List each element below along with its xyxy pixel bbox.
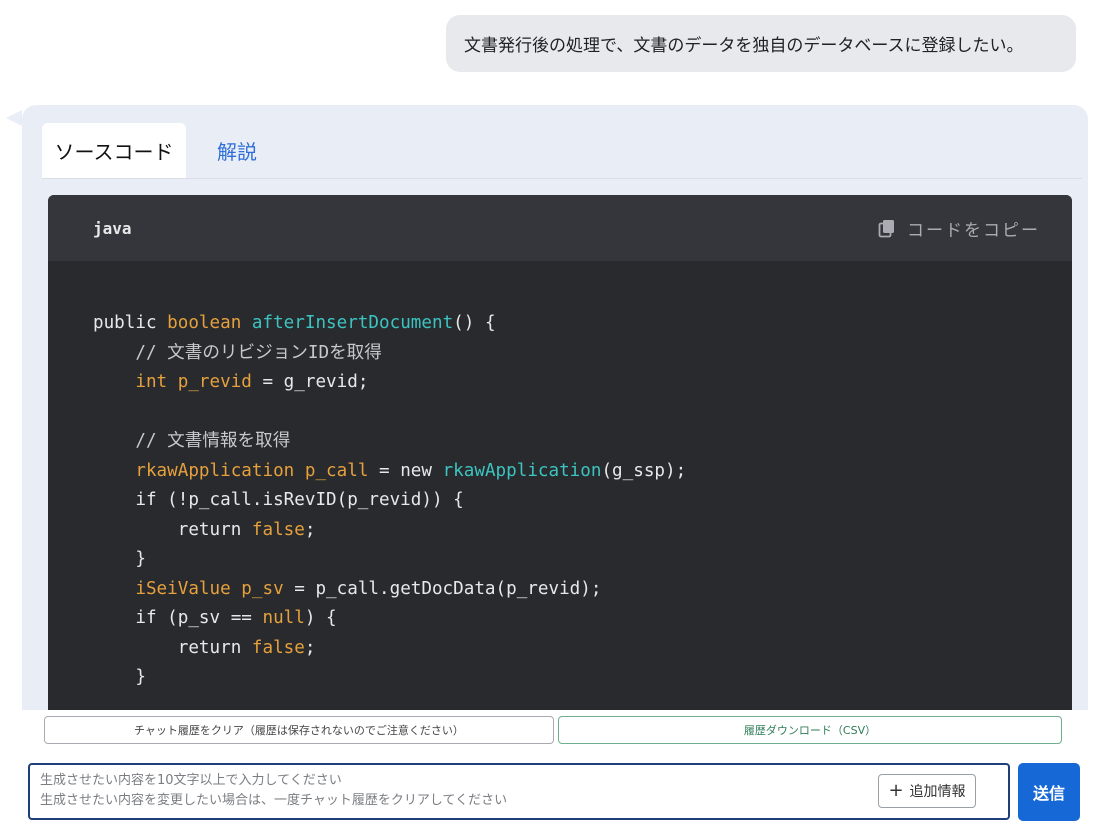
code-line: } — [93, 663, 1072, 693]
response-tabs: ソースコード 解説 — [42, 123, 1082, 179]
code-token: ; — [304, 519, 316, 540]
code-line: rkawApplication p_call = new rkawApplica… — [93, 457, 1072, 487]
tab-label: 解説 — [217, 140, 257, 164]
download-history-label: 履歴ダウンロード（CSV） — [743, 724, 877, 737]
code-language-label: java — [93, 218, 132, 238]
tab-source-code[interactable]: ソースコード — [42, 123, 186, 178]
code-token: rkawApplication — [442, 460, 602, 481]
code-token: = p_call.getDocData(p_revid); — [283, 578, 602, 599]
code-token: ; — [304, 637, 316, 658]
tab-explanation[interactable]: 解説 — [192, 123, 282, 178]
user-message-text: 文書発行後の処理で、文書のデータを独自のデータベースに登録したい。 — [464, 36, 1024, 56]
placeholder-line-1: 生成させたい内容を10文字以上で入力してください — [40, 773, 342, 788]
prompt-placeholder: 生成させたい内容を10文字以上で入力してください 生成させたい内容を変更したい場… — [40, 771, 507, 811]
send-button[interactable]: 送信 — [1018, 763, 1080, 821]
copy-code-button[interactable]: コードをコピー — [877, 216, 1040, 241]
response-tail — [6, 110, 22, 126]
code-line: int p_revid = g_revid; — [93, 368, 1072, 398]
code-line: return false; — [93, 634, 1072, 664]
code-line: if (!p_call.isRevID(p_revid)) { — [93, 486, 1072, 516]
code-line: iSeiValue p_sv = p_call.getDocData(p_rev… — [93, 575, 1072, 605]
code-token: // 文書情報を取得 — [93, 431, 291, 451]
plus-icon: + — [888, 780, 904, 801]
code-token: int p_revid — [135, 372, 252, 392]
code-token: (g_ssp); — [601, 460, 687, 481]
tab-label: ソースコード — [54, 140, 174, 164]
copy-code-label: コードをコピー — [907, 220, 1040, 241]
code-token: public — [93, 313, 168, 333]
code-body: public boolean afterInsertDocument() { /… — [48, 261, 1072, 693]
action-bar: チャット履歴をクリア（履歴は保存されないのでご注意ください） 履歴ダウンロード（… — [22, 710, 1088, 750]
code-token: null — [262, 608, 305, 628]
code-line: return false; — [93, 516, 1072, 546]
code-token: // 文書のリビジョンIDを取得 — [93, 342, 382, 363]
code-token: false — [251, 519, 305, 540]
code-token: return — [93, 637, 252, 658]
code-token: if (p_sv == — [93, 608, 263, 628]
code-token: ) { — [304, 608, 337, 628]
clear-history-button[interactable]: チャット履歴をクリア（履歴は保存されないのでご注意ください） — [44, 716, 554, 744]
download-history-button[interactable]: 履歴ダウンロード（CSV） — [558, 716, 1062, 744]
assistant-response-panel: ソースコード 解説 java コードをコピー public boolean af… — [22, 105, 1088, 725]
code-token: boolean — [167, 313, 252, 333]
code-line: } — [93, 545, 1072, 575]
code-line: // 文書のリビジョンIDを取得 — [93, 339, 1072, 369]
code-token: return — [93, 519, 252, 540]
code-block: java コードをコピー public boolean afterInsertD… — [48, 195, 1072, 725]
code-token: afterInsertDocument — [251, 313, 454, 333]
code-token: if (!p_call.isRevID(p_revid)) { — [93, 490, 464, 510]
code-token: } — [93, 549, 146, 569]
clear-history-label: チャット履歴をクリア（履歴は保存されないのでご注意ください） — [134, 724, 464, 737]
code-token: rkawApplication p_call — [135, 460, 369, 481]
code-token: = g_revid; — [251, 372, 369, 392]
code-token: iSeiValue p_sv — [135, 578, 284, 599]
send-label: 送信 — [1032, 784, 1065, 803]
code-token: () { — [453, 313, 496, 333]
copy-icon — [878, 220, 894, 238]
placeholder-line-2: 生成させたい内容を変更したい場合は、一度チャット履歴をクリアしてください — [40, 793, 508, 808]
code-token: false — [251, 637, 305, 658]
user-message-bubble: 文書発行後の処理で、文書のデータを独自のデータベースに登録したい。 — [446, 15, 1076, 72]
code-line: public boolean afterInsertDocument() { — [93, 309, 1072, 339]
code-token: } — [93, 667, 146, 687]
code-line: // 文書情報を取得 — [93, 427, 1072, 457]
add-info-button[interactable]: + 追加情報 — [878, 774, 976, 808]
chat-page: 文書発行後の処理で、文書のデータを独自のデータベースに登録したい。 ソースコード… — [0, 0, 1100, 840]
add-info-label: 追加情報 — [909, 784, 966, 800]
code-token: = new — [368, 460, 443, 481]
code-line: if (p_sv == null) { — [93, 604, 1072, 634]
prompt-input[interactable]: 生成させたい内容を10文字以上で入力してください 生成させたい内容を変更したい場… — [28, 763, 1010, 820]
code-header: java コードをコピー — [48, 195, 1072, 261]
